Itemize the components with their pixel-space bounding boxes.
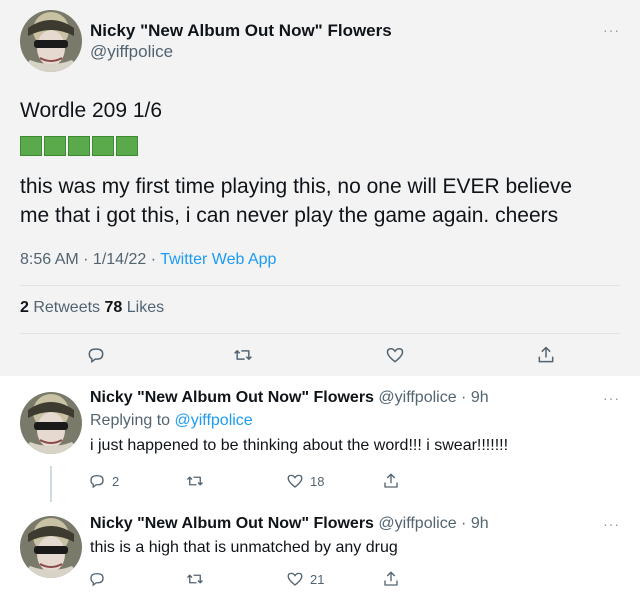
like-button[interactable]: 18 xyxy=(286,472,324,490)
avatar[interactable] xyxy=(20,392,82,454)
like-icon xyxy=(386,347,404,363)
tweet-timestamp[interactable]: 8:56 AM · 1/14/22 · xyxy=(20,251,160,268)
more-options-icon[interactable]: ··· xyxy=(603,390,620,406)
reply-icon xyxy=(90,475,104,489)
wordle-result-squares xyxy=(20,136,138,156)
tweet-text-line-2: me that i got this, i can never play the… xyxy=(20,204,559,227)
retweet-button[interactable] xyxy=(185,472,211,490)
like-count: 21 xyxy=(310,571,325,587)
engagement-counts: 2 Retweets 78 Likes xyxy=(20,299,164,317)
share-button[interactable] xyxy=(382,570,400,588)
reply-button[interactable] xyxy=(88,570,112,588)
like-count: 18 xyxy=(310,473,325,489)
retweet-icon xyxy=(187,476,203,486)
retweet-button[interactable] xyxy=(232,345,254,365)
share-icon xyxy=(384,473,398,488)
tweet-title-line: Wordle 209 1/6 xyxy=(20,99,163,122)
avatar[interactable] xyxy=(20,10,82,72)
share-icon xyxy=(538,346,554,363)
tweet-source-link[interactable]: Twitter Web App xyxy=(160,251,276,268)
reply-text: this is a high that is unmatched by any … xyxy=(90,539,398,556)
main-tweet: Nicky "New Album Out Now" Flowers @yiffp… xyxy=(0,0,640,376)
author-handle[interactable]: @yiffpolice · 9h xyxy=(378,515,488,532)
share-icon xyxy=(384,571,398,586)
tweet-text-line-1: this was my first time playing this, no … xyxy=(20,175,573,198)
retweet-icon xyxy=(187,574,203,584)
more-options-icon[interactable]: ··· xyxy=(603,516,620,532)
reply-header: Nicky "New Album Out Now" Flowers @yiffp… xyxy=(90,389,489,407)
avatar[interactable] xyxy=(20,516,82,578)
author-name[interactable]: Nicky "New Album Out Now" Flowers xyxy=(90,515,374,532)
retweet-count[interactable]: 2 xyxy=(20,299,29,316)
like-icon xyxy=(287,474,303,488)
reply-tweet[interactable]: Nicky "New Album Out Now" Flowers @yiffp… xyxy=(0,502,640,599)
like-button[interactable]: 21 xyxy=(286,570,324,588)
author-handle[interactable]: @yiffpolice · 9h xyxy=(378,389,488,406)
retweet-icon xyxy=(234,350,252,360)
reply-count: 2 xyxy=(112,473,120,489)
reply-icon xyxy=(90,573,104,587)
share-button[interactable] xyxy=(382,472,400,490)
wordle-square xyxy=(92,136,114,156)
reply-text: i just happened to be thinking about the… xyxy=(90,437,509,454)
wordle-square xyxy=(116,136,138,156)
more-options-icon[interactable]: ··· xyxy=(603,22,620,38)
reply-icon xyxy=(88,348,104,364)
like-count[interactable]: 78 xyxy=(105,299,123,316)
reply-button[interactable] xyxy=(86,345,106,365)
divider xyxy=(20,285,620,286)
wordle-square xyxy=(68,136,90,156)
retweets-label[interactable]: Retweets xyxy=(29,299,105,316)
divider xyxy=(20,333,620,334)
reply-button[interactable]: 2 xyxy=(88,472,119,490)
replying-to-handle[interactable]: @yiffpolice xyxy=(175,412,253,429)
retweet-button[interactable] xyxy=(185,570,211,588)
like-icon xyxy=(287,572,303,586)
tweet-meta: 8:56 AM · 1/14/22 · Twitter Web App xyxy=(20,251,276,269)
reply-tweet[interactable]: Nicky "New Album Out Now" Flowers @yiffp… xyxy=(0,376,640,502)
replying-to: Replying to @yiffpolice xyxy=(90,412,253,430)
author-name[interactable]: Nicky "New Album Out Now" Flowers xyxy=(90,21,392,41)
reply-header: Nicky "New Album Out Now" Flowers @yiffp… xyxy=(90,515,489,533)
author-name[interactable]: Nicky "New Album Out Now" Flowers xyxy=(90,389,374,406)
share-button[interactable] xyxy=(536,345,556,365)
replying-to-prefix: Replying to xyxy=(90,412,175,429)
likes-label[interactable]: Likes xyxy=(122,299,164,316)
wordle-square xyxy=(20,136,42,156)
like-button[interactable] xyxy=(385,345,405,365)
wordle-square xyxy=(44,136,66,156)
author-handle[interactable]: @yiffpolice xyxy=(90,42,173,62)
